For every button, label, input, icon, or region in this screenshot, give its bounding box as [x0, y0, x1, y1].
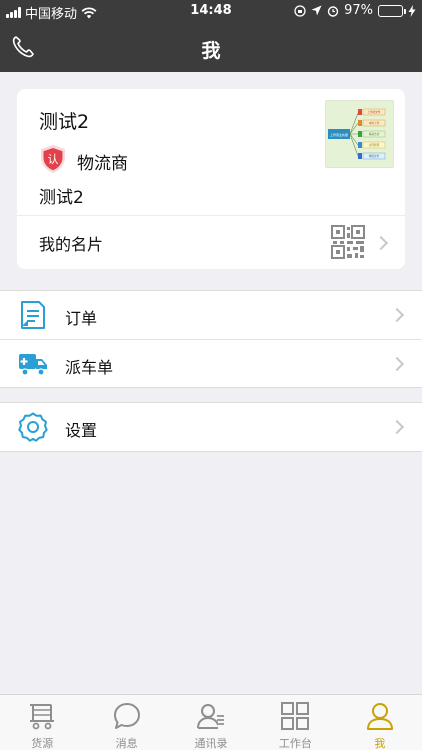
- page-title: 我: [201, 40, 221, 62]
- workbench-grid-icon: [281, 702, 310, 730]
- thumb-center-text: 上传营业执照: [330, 132, 348, 137]
- tab-label-cargo: 货源: [31, 737, 54, 750]
- chevron-right-icon: [373, 235, 389, 251]
- tab-label-messages: 消息: [115, 737, 138, 750]
- business-card-label[interactable]: 我的名片: [39, 231, 103, 255]
- status-right: 97%: [294, 3, 416, 18]
- dispatch-truck-icon: [19, 354, 47, 376]
- nav-bar: 我: [0, 24, 422, 72]
- menu-label-orders: 订单: [65, 309, 98, 328]
- profile-role: 物流商: [77, 154, 128, 174]
- tab-workbench[interactable]: 工作台: [253, 695, 337, 750]
- tab-messages[interactable]: 消息: [84, 695, 168, 750]
- thumb-line-1: 上传的文件: [368, 110, 381, 114]
- thumb-line-2: 本地上传: [369, 121, 380, 125]
- tab-bar: 货源 消息 通讯录 工作台 我: [0, 694, 422, 750]
- menu-section-settings: 设置: [0, 402, 422, 452]
- battery-icon: [378, 4, 406, 17]
- settings-gear-icon: [18, 412, 48, 442]
- thumb-line-5: 物流业务: [369, 154, 380, 158]
- license-thumbnail[interactable]: 上传营业执照 上传的文件 本地上传 联系方式 合同管理 物流业务: [325, 100, 394, 168]
- alarm-icon: [327, 5, 339, 17]
- tab-label-me: 我: [374, 737, 386, 750]
- chevron-right-icon: [389, 419, 405, 435]
- lock-rotation-icon: [294, 4, 306, 17]
- screen: 中国移动 14:48 97% 我 测试2 认 物流商 测试2 上传营业执照 上传…: [0, 0, 422, 750]
- card-divider: [17, 215, 405, 216]
- menu-item-settings[interactable]: 设置: [0, 403, 422, 451]
- menu-section-orders: 订单 派车单: [0, 290, 422, 388]
- tab-cargo[interactable]: 货源: [0, 695, 84, 750]
- tab-label-workbench: 工作台: [278, 737, 312, 750]
- charging-bolt-icon: [408, 4, 416, 17]
- cargo-cart-icon: [30, 704, 55, 730]
- certified-shield-icon: 认: [41, 145, 65, 173]
- tab-label-contacts: 通讯录: [194, 737, 228, 750]
- order-document-icon: [21, 301, 45, 329]
- contacts-icon: [197, 704, 225, 729]
- menu-item-orders[interactable]: 订单: [0, 291, 422, 339]
- profile-person-icon: [366, 703, 393, 730]
- chevron-right-icon: [389, 356, 405, 372]
- badge-text: 认: [48, 153, 59, 166]
- location-arrow-icon: [311, 5, 322, 16]
- status-bar: 中国移动 14:48 97%: [0, 0, 422, 24]
- menu-item-dispatch[interactable]: 派车单: [0, 339, 422, 387]
- tab-contacts[interactable]: 通讯录: [169, 695, 253, 750]
- battery-percent: 97%: [344, 3, 373, 18]
- chevron-right-icon: [389, 307, 405, 323]
- menu-label-settings: 设置: [65, 421, 98, 440]
- menu-label-dispatch: 派车单: [65, 358, 114, 377]
- profile-company: 测试2: [39, 188, 84, 208]
- thumb-line-4: 合同管理: [369, 143, 380, 147]
- message-bubble-icon: [113, 703, 140, 729]
- thumb-line-3: 联系方式: [369, 132, 380, 136]
- profile-card[interactable]: 测试2 认 物流商 测试2 上传营业执照 上传的文件 本地上传 联系方式 合同管…: [17, 89, 405, 269]
- qr-code-icon[interactable]: [331, 225, 365, 259]
- profile-name: 测试2: [39, 111, 90, 133]
- tab-me[interactable]: 我: [338, 695, 422, 750]
- mindmap-thumbnail-icon: 上传营业执照 上传的文件 本地上传 联系方式 合同管理 物流业务: [326, 101, 393, 167]
